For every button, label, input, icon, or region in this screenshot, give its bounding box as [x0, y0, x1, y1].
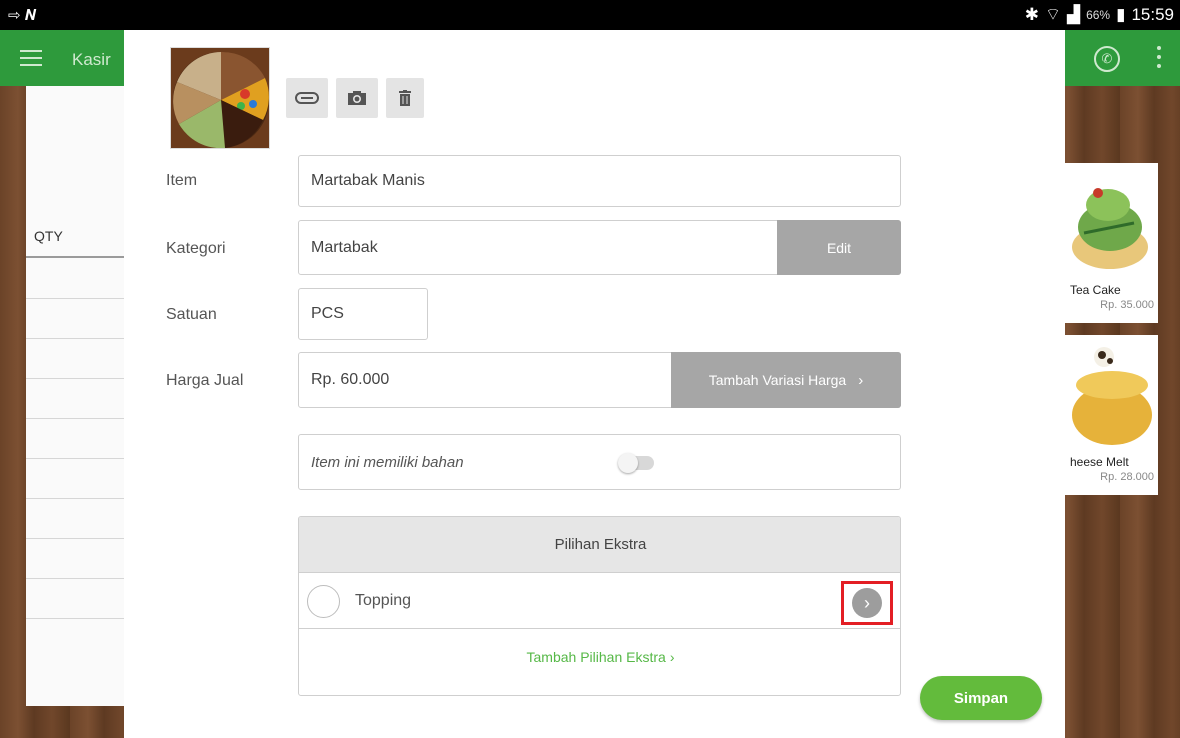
- product-price: Rp. 35.000: [1100, 299, 1154, 311]
- receipt-row-line: [26, 498, 124, 499]
- extra-item-label: Topping: [355, 592, 412, 609]
- more-vert-icon[interactable]: [1156, 46, 1162, 70]
- trash-icon: [399, 90, 411, 106]
- tambah-variasi-label: Tambah Variasi Harga: [708, 372, 847, 388]
- satuan-label: Satuan: [166, 306, 217, 323]
- bluetooth-icon: ✱: [1024, 4, 1039, 24]
- receipt-row-line: [26, 538, 124, 539]
- attach-icon: [295, 92, 319, 104]
- tambah-variasi-harga-button[interactable]: Tambah Variasi Harga ›: [671, 352, 901, 408]
- phone-icon[interactable]: ✆: [1094, 46, 1120, 72]
- app-title: Kasir: [72, 50, 111, 69]
- notification-icons: ⇨ 𝑵: [8, 7, 37, 24]
- toggle-knob: [618, 453, 638, 473]
- clock: 15:59: [1131, 4, 1174, 24]
- product-card[interactable]: Tea Cake Rp. 35.000: [1064, 163, 1158, 323]
- signal-icon: ▟: [1066, 4, 1081, 24]
- camera-icon: [348, 91, 366, 105]
- chevron-right-icon: ›: [858, 371, 864, 389]
- item-label: Item: [166, 172, 198, 189]
- receipt-row-line: [26, 458, 124, 459]
- bahan-toggle-switch[interactable]: [618, 453, 654, 473]
- attach-button[interactable]: [286, 78, 328, 118]
- product-image: [1064, 335, 1158, 449]
- pilihan-ekstra-header: Pilihan Ekstra: [299, 517, 900, 573]
- product-price: Rp. 28.000: [1100, 471, 1154, 483]
- wifi-icon: ⌔: [1045, 5, 1061, 24]
- bahan-label: Item ini memiliki bahan: [311, 453, 464, 471]
- receipt-row-line: [26, 418, 124, 419]
- product-card[interactable]: heese Melt Rp. 28.000: [1064, 335, 1158, 495]
- receipt-divider: [26, 256, 124, 258]
- item-name-value: Martabak Manis: [311, 172, 425, 189]
- kategori-value: Martabak: [311, 238, 378, 256]
- chevron-right-icon[interactable]: ›: [852, 588, 882, 618]
- bahan-toggle-row[interactable]: Item ini memiliki bahan: [298, 434, 901, 490]
- tambah-pilihan-label: Tambah Pilihan Ekstra: [526, 649, 666, 665]
- edit-item-dialog: Item Martabak Manis Kategori Martabak Ed…: [124, 30, 1065, 738]
- chevron-right-icon: ›: [669, 649, 675, 665]
- kategori-label: Kategori: [166, 240, 226, 257]
- battery-icon: ▮: [1116, 4, 1126, 24]
- receipt-row-line: [26, 298, 124, 299]
- satuan-input[interactable]: PCS: [298, 288, 428, 340]
- item-photo[interactable]: [170, 47, 270, 149]
- status-icons: ✱ ⌔ ▟ 66% ▮ 15:59: [1025, 4, 1174, 25]
- receipt-row-line: [26, 618, 124, 619]
- product-name: Tea Cake: [1070, 283, 1121, 297]
- item-name-input[interactable]: Martabak Manis: [298, 155, 901, 207]
- receipt-panel: QTY: [26, 86, 124, 706]
- receipt-row-line: [26, 338, 124, 339]
- extra-detail-highlight: ›: [841, 581, 893, 625]
- extra-item-row[interactable]: Topping ›: [299, 573, 900, 629]
- harga-jual-label: Harga Jual: [166, 372, 244, 389]
- menu-icon[interactable]: [20, 50, 42, 66]
- product-name: heese Melt: [1070, 455, 1129, 469]
- battery-percent: 66%: [1086, 7, 1111, 22]
- product-image: [1064, 163, 1158, 277]
- tambah-pilihan-ekstra-link[interactable]: Tambah Pilihan Ekstra ›: [299, 629, 900, 685]
- extra-select-radio[interactable]: [307, 585, 340, 618]
- qty-header: QTY: [34, 228, 63, 244]
- pilihan-ekstra-panel: Pilihan Ekstra Topping › Tambah Pilihan …: [298, 516, 901, 696]
- status-bar: ⇨ 𝑵 ✱ ⌔ ▟ 66% ▮ 15:59: [0, 0, 1180, 30]
- edit-category-button[interactable]: Edit: [777, 220, 901, 275]
- delete-photo-button[interactable]: [386, 78, 424, 118]
- simpan-button[interactable]: Simpan: [920, 676, 1042, 720]
- camera-button[interactable]: [336, 78, 378, 118]
- harga-jual-value: Rp. 60.000: [311, 371, 390, 388]
- receipt-row-line: [26, 578, 124, 579]
- satuan-value: PCS: [311, 305, 344, 322]
- receipt-row-line: [26, 378, 124, 379]
